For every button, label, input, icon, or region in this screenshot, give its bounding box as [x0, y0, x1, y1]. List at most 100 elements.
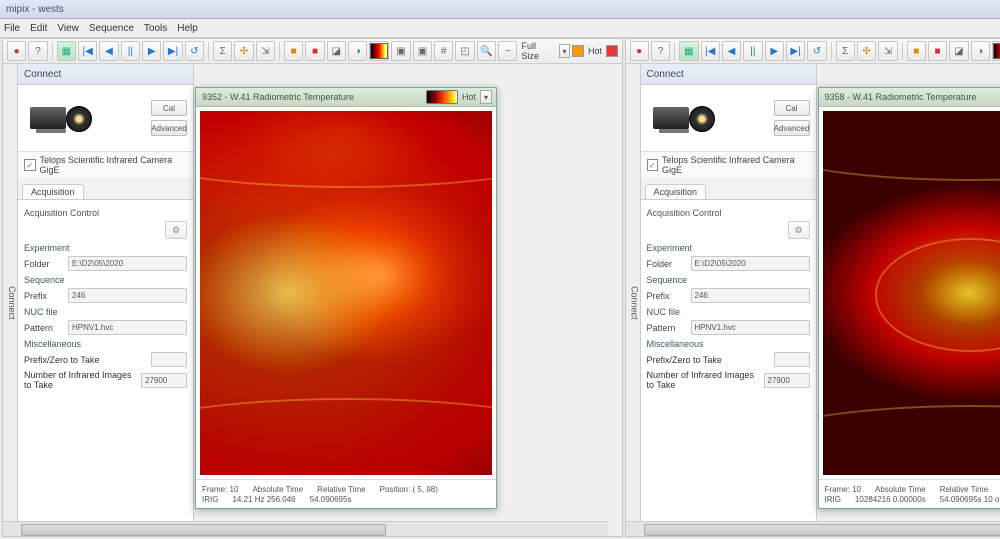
advanced-button[interactable]: Advanced: [151, 120, 187, 136]
h-scrollbar[interactable]: [626, 521, 1000, 536]
form: Acquisition Control ⚙ Experiment Folder …: [18, 200, 193, 536]
section-acq: Acquisition Control: [24, 208, 187, 218]
exclaim-icon[interactable]: ?: [651, 41, 670, 61]
camera-checkbox[interactable]: ✓: [647, 159, 659, 171]
palette-icon[interactable]: [426, 90, 458, 104]
advanced-button[interactable]: Advanced: [774, 120, 810, 136]
pause-icon[interactable]: ||: [121, 41, 140, 61]
step-back-icon[interactable]: ◀: [99, 41, 118, 61]
misc-a-input[interactable]: [151, 352, 187, 367]
measure-icon[interactable]: ✣: [857, 41, 876, 61]
sigma-icon[interactable]: Σ: [213, 41, 232, 61]
grad-palette-icon[interactable]: [992, 41, 1000, 61]
thermal-titlebar[interactable]: 9352 - W.41 Radiometric Temperature Hot …: [196, 88, 496, 107]
folder-input[interactable]: E:\D2\05\2020: [68, 256, 187, 271]
step-back-icon[interactable]: ◀: [722, 41, 741, 61]
menu-sequence[interactable]: Sequence: [89, 23, 134, 34]
play-icon[interactable]: ▶: [142, 41, 161, 61]
measure-icon[interactable]: ✣: [234, 41, 253, 61]
rewind-icon[interactable]: |◀: [701, 41, 720, 61]
h-scrollbar[interactable]: [3, 521, 608, 536]
p2-icon[interactable]: ■: [928, 41, 947, 61]
exclaim-icon[interactable]: ?: [28, 41, 47, 61]
menu-tools[interactable]: Tools: [144, 23, 167, 34]
p3-icon[interactable]: ◪: [327, 41, 346, 61]
swatch-1-icon[interactable]: [572, 45, 584, 57]
menu-file[interactable]: File: [4, 23, 20, 34]
thumbnail-icon[interactable]: ▦: [679, 41, 698, 61]
thermal-title: 9358 - W.41 Radiometric Temperature: [825, 92, 977, 102]
thermal-window[interactable]: 9358 - W.41 Radiometric Temperature Hot …: [818, 87, 1000, 509]
swatch-2-icon[interactable]: [606, 45, 618, 57]
camera-icon: [24, 99, 92, 137]
tab-acquisition[interactable]: Acquisition: [645, 184, 707, 199]
p4-icon[interactable]: ◑: [348, 41, 367, 61]
ff-icon[interactable]: ▶|: [786, 41, 805, 61]
acq-settings-button[interactable]: ⚙: [788, 221, 810, 239]
play-icon[interactable]: ▶: [765, 41, 784, 61]
left-panel: Connect Cal Advanced ✓ Telops Scientific…: [641, 64, 817, 536]
grad-palette-icon[interactable]: [369, 41, 389, 61]
thermal-status: Frame: 10 Absolute Time Relative Time Po…: [196, 479, 496, 508]
p2-icon[interactable]: ■: [305, 41, 324, 61]
camera-checkbox[interactable]: ✓: [24, 159, 36, 171]
p8-icon[interactable]: ◰: [455, 41, 474, 61]
p1-icon[interactable]: ■: [907, 41, 926, 61]
rewind-icon[interactable]: |◀: [78, 41, 97, 61]
thermal-titlebar[interactable]: 9358 - W.41 Radiometric Temperature Hot …: [819, 88, 1000, 107]
camera-preview: Cal Advanced: [18, 85, 193, 152]
misc-b-input[interactable]: 27900: [764, 373, 810, 388]
p5-icon[interactable]: ▣: [391, 41, 410, 61]
camera-icon: [647, 99, 715, 137]
status-2b: 10284216 0.00000s: [855, 495, 926, 504]
thermal-image[interactable]: [823, 111, 1000, 475]
menu-edit[interactable]: Edit: [30, 23, 47, 34]
zoom-in-icon[interactable]: 🔍: [477, 41, 496, 61]
prefix-input[interactable]: 246: [68, 288, 187, 303]
p7-icon[interactable]: #: [434, 41, 453, 61]
zoom-out-icon[interactable]: −: [498, 41, 517, 61]
zoom-label[interactable]: Full Size: [519, 41, 556, 61]
tab-acquisition[interactable]: Acquisition: [22, 184, 84, 199]
p6-icon[interactable]: ▣: [413, 41, 432, 61]
cycle-icon[interactable]: ↺: [185, 41, 204, 61]
camera-preview: Cal Advanced: [641, 85, 816, 152]
thumbnail-icon[interactable]: ▦: [57, 41, 76, 61]
side-tab-connect[interactable]: Connect: [3, 64, 18, 536]
stop-icon[interactable]: ●: [7, 41, 26, 61]
camera-label: Telops Scientific Infrared Camera GigE: [662, 155, 809, 175]
p1-icon[interactable]: ■: [284, 41, 303, 61]
section-exp: Experiment: [24, 243, 187, 253]
pattern-input[interactable]: HPNV1.hvc: [691, 320, 810, 335]
cycle-icon[interactable]: ↺: [807, 41, 826, 61]
ruler-icon[interactable]: ⇲: [256, 41, 275, 61]
menu-view[interactable]: View: [57, 23, 79, 34]
zoom-dropdown-icon[interactable]: ▾: [559, 44, 571, 58]
folder-input[interactable]: E:\D2\05\2020: [691, 256, 810, 271]
thermal-image[interactable]: [200, 111, 492, 475]
ff-icon[interactable]: ▶|: [163, 41, 182, 61]
thermal-window[interactable]: 9352 - W.41 Radiometric Temperature Hot …: [195, 87, 497, 509]
sigma-icon[interactable]: Σ: [836, 41, 855, 61]
ruler-icon[interactable]: ⇲: [878, 41, 897, 61]
p4-icon[interactable]: ◑: [971, 41, 990, 61]
prefix-input[interactable]: 246: [691, 288, 810, 303]
status-abstime: Absolute Time: [875, 485, 926, 494]
palette-name[interactable]: Hot: [462, 92, 476, 102]
pause-icon[interactable]: ||: [743, 41, 762, 61]
menu-help[interactable]: Help: [177, 23, 198, 34]
side-tab-connect[interactable]: Connect: [626, 64, 641, 536]
section-exp: Experiment: [647, 243, 810, 253]
stop-icon[interactable]: ●: [630, 41, 649, 61]
folder-label: Folder: [24, 259, 64, 269]
palette-label[interactable]: Hot: [586, 46, 604, 56]
pattern-input[interactable]: HPNV1.hvc: [68, 320, 187, 335]
cal-button[interactable]: Cal: [151, 100, 187, 116]
misc-a-input[interactable]: [774, 352, 810, 367]
acq-settings-button[interactable]: ⚙: [165, 221, 187, 239]
cal-button[interactable]: Cal: [774, 100, 810, 116]
p3-icon[interactable]: ◪: [949, 41, 968, 61]
camera-label: Telops Scientific Infrared Camera GigE: [40, 155, 187, 175]
palette-dropdown-icon[interactable]: ▾: [480, 90, 492, 104]
misc-b-input[interactable]: 27900: [141, 373, 187, 388]
